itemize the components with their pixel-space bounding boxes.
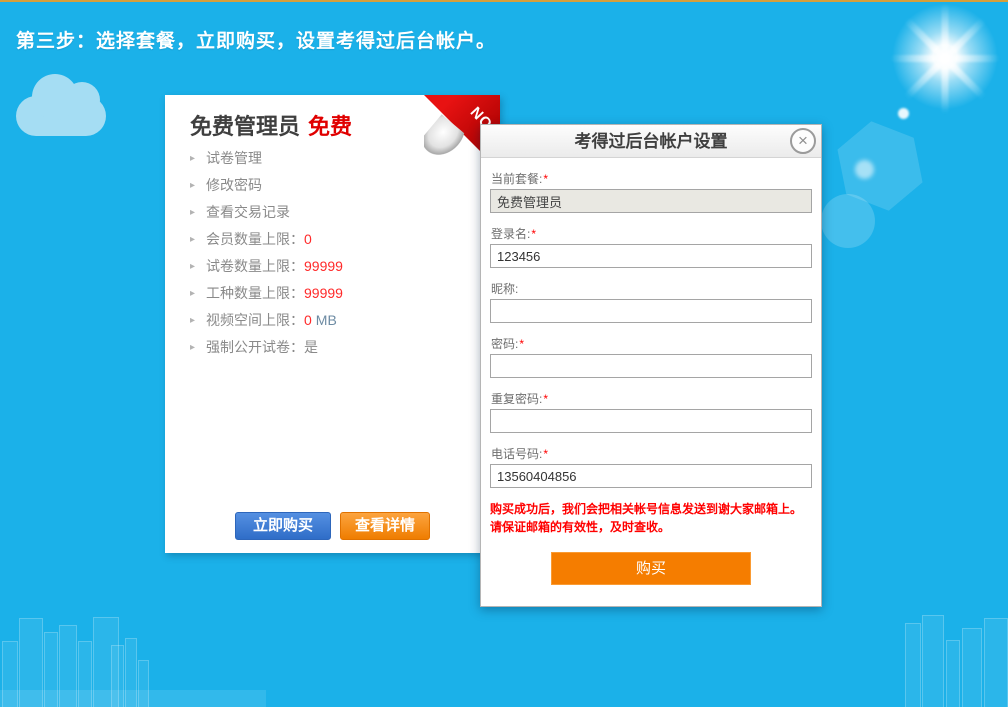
current-package-input [490,189,812,213]
feature-item: ▸ 强制公开试卷：是 [190,334,343,361]
required-mark: * [543,392,548,406]
required-mark: * [543,172,548,186]
feature-label: 工种数量上限： [206,285,304,301]
lens-flare-circle [821,194,875,248]
plan-title: 免费管理员免费 [190,109,352,141]
arrow-bullet-icon: ▸ [190,226,195,253]
feature-label: 强制公开试卷： [206,339,304,355]
nickname-label: 昵称: [491,280,812,294]
modal-title: 考得过后台帐户设置 [481,125,821,158]
password-input[interactable] [490,354,812,378]
feature-item: ▸ 修改密码 [190,172,343,199]
purchase-button[interactable]: 购买 [551,552,751,585]
nickname-input[interactable] [490,299,812,323]
plan-card: 免费管理员免费 ▸试卷管理 ▸修改密码 ▸查看交易记录 ▸会员数量上限：0 ▸试… [165,95,500,553]
login-name-input[interactable] [490,244,812,268]
feature-value: 0 [304,312,312,328]
password-label: 密码:* [491,335,812,349]
repeat-password-input[interactable] [490,409,812,433]
arrow-bullet-icon: ▸ [190,334,195,361]
sun-decoration [886,0,1004,118]
arrow-bullet-icon: ▸ [190,307,195,334]
arrow-bullet-icon: ▸ [190,280,195,307]
feature-unit: MB [316,312,337,328]
phone-number-label: 电话号码:* [491,445,812,459]
cloud-decoration [16,96,106,136]
purchase-notice: 购买成功后，我们会把相关帐号信息发送到谢大家邮箱上。请保证邮箱的有效性，及时查收… [490,500,812,536]
feature-item: ▸ 会员数量上限：0 [190,226,343,253]
feature-value: 99999 [304,285,343,301]
top-accent-line [0,0,1008,2]
feature-item: ▸ 查看交易记录 [190,199,343,226]
arrow-bullet-icon: ▸ [190,253,195,280]
modal-body: 当前套餐:* 登录名:* 昵称: 密码:* 重复密码:* 电话号码:* 购买成功… [481,158,821,585]
feature-value: 99999 [304,258,343,274]
repeat-password-label: 重复密码:* [491,390,812,404]
feature-item: ▸ 工种数量上限：99999 [190,280,343,307]
feature-label: 试卷数量上限： [206,258,304,274]
feature-label: 查看交易记录 [206,204,290,220]
lens-flare-dot [898,108,909,119]
plan-price: 免费 [308,114,352,139]
modal-header: 考得过后台帐户设置 × [481,125,821,158]
feature-list: ▸试卷管理 ▸修改密码 ▸查看交易记录 ▸会员数量上限：0 ▸试卷数量上限：99… [190,145,343,361]
feature-label: 会员数量上限： [206,231,304,247]
required-mark: * [519,337,524,351]
buy-now-button[interactable]: 立即购买 [235,512,331,540]
view-details-button[interactable]: 查看详情 [340,512,430,540]
arrow-bullet-icon: ▸ [190,145,195,172]
step-title: 第三步：选择套餐，立即购买，设置考得过后台帐户。 [16,26,496,53]
phone-number-input[interactable] [490,464,812,488]
login-name-label: 登录名:* [491,225,812,239]
feature-label: 试卷管理 [206,150,262,166]
feature-item: ▸ 试卷管理 [190,145,343,172]
feature-value: 0 [304,231,312,247]
close-icon[interactable]: × [790,128,816,154]
arrow-bullet-icon: ▸ [190,199,195,226]
current-package-label: 当前套餐:* [491,170,812,184]
feature-label: 视频空间上限： [206,312,304,328]
feature-value: 是 [304,339,318,355]
arrow-bullet-icon: ▸ [190,172,195,199]
feature-label: 修改密码 [206,177,262,193]
feature-item: ▸ 视频空间上限：0MB [190,307,343,334]
required-mark: * [543,447,548,461]
feature-item: ▸ 试卷数量上限：99999 [190,253,343,280]
plan-name: 免费管理员 [190,114,300,139]
account-setup-modal: 考得过后台帐户设置 × 当前套餐:* 登录名:* 昵称: 密码:* 重复密码:*… [480,124,822,607]
lens-flare-dot [855,160,874,179]
required-mark: * [531,227,536,241]
